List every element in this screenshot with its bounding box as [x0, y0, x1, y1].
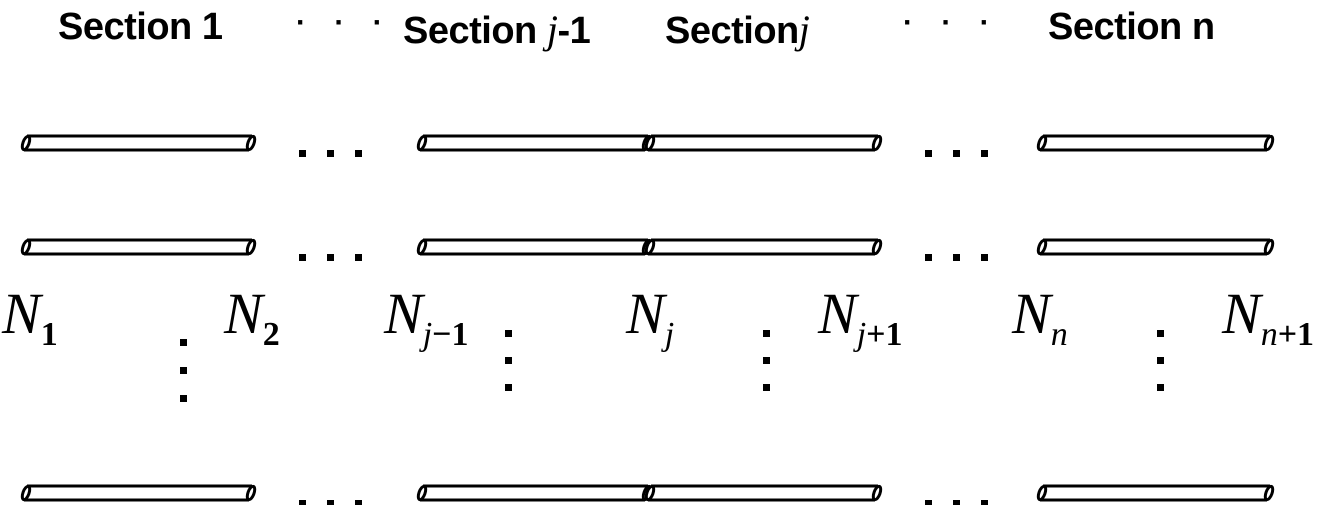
vertical-ellipsis-dot	[763, 384, 770, 391]
node-label-j-minus-1: Nj−1	[384, 281, 469, 353]
pipe-body	[24, 134, 252, 152]
pipe-end-right	[871, 238, 883, 256]
pipe-end-left	[20, 134, 32, 152]
pipe-body	[420, 134, 648, 152]
pipe-body	[1040, 484, 1270, 502]
pipes-layer	[20, 134, 1275, 505]
ellipsis-dot	[355, 150, 362, 157]
node-label-j: Nj	[626, 281, 675, 353]
pipe-end-left	[1036, 238, 1048, 256]
ellipsis-dot	[981, 500, 988, 505]
pipe-end-left	[416, 484, 428, 502]
ellipsis-dot	[299, 150, 306, 157]
ellipsis-dot	[355, 500, 362, 505]
pipe-end-right	[1263, 134, 1275, 152]
ellipsis-dot	[299, 254, 306, 261]
ellipsis-dot	[299, 500, 306, 505]
vertical-ellipsis-dot	[180, 339, 187, 346]
pipe-body	[1040, 134, 1270, 152]
vertical-ellipsis-dot	[763, 357, 770, 364]
pipe-body	[24, 484, 252, 502]
ellipsis-dot	[953, 254, 960, 261]
vertical-ellipsis-dot	[1157, 330, 1164, 337]
pipe-end-right	[1263, 238, 1275, 256]
pipe-end-left	[416, 134, 428, 152]
ellipsis-dot	[925, 150, 932, 157]
pipe-end-right	[1263, 484, 1275, 502]
pipe-body	[648, 238, 878, 256]
vertical-ellipsis-dot	[1157, 357, 1164, 364]
node-label-j-plus-1: Nj+1	[818, 281, 903, 353]
pipe-end-left	[1036, 484, 1048, 502]
pipe-end-right	[245, 238, 257, 256]
pipe-body	[24, 238, 252, 256]
ellipsis-dot	[925, 500, 932, 505]
ellipsis-dot	[327, 254, 334, 261]
pipe-end-left	[416, 238, 428, 256]
node-label-n: Nn	[1012, 281, 1068, 353]
vertical-ellipsis-dot	[763, 330, 770, 337]
ellipsis-dot	[981, 254, 988, 261]
vertical-ellipsis-dot	[505, 330, 512, 337]
vertical-ellipsis-dot	[1157, 384, 1164, 391]
pipe-end-right	[871, 484, 883, 502]
pipe-body	[648, 484, 878, 502]
ellipsis-dot	[953, 500, 960, 505]
ellipsis-dot	[981, 150, 988, 157]
ellipsis-dot	[953, 150, 960, 157]
node-label-n-plus-1: Nn+1	[1222, 281, 1315, 353]
ellipsis-dot	[327, 500, 334, 505]
pipe-body	[1040, 238, 1270, 256]
pipe-end-right	[245, 134, 257, 152]
pipe-body	[420, 484, 648, 502]
node-label-1: N1	[2, 281, 58, 353]
ellipsis-dot	[327, 150, 334, 157]
pipe-network-diagram: Section 1 · · · Section j-1 Sectionj · ·…	[0, 0, 1318, 505]
vertical-ellipsis-dot	[505, 357, 512, 364]
vertical-ellipsis-dot	[180, 367, 187, 374]
pipe-end-right	[871, 134, 883, 152]
ellipsis-dot	[355, 254, 362, 261]
ellipsis-dot	[925, 254, 932, 261]
pipe-end-left	[1036, 134, 1048, 152]
vertical-ellipsis-dot	[180, 395, 187, 402]
vertical-ellipsis-dot	[505, 384, 512, 391]
pipe-body	[420, 238, 648, 256]
node-label-2: N2	[224, 281, 280, 353]
pipe-end-right	[245, 484, 257, 502]
pipe-body	[648, 134, 878, 152]
pipe-end-left	[20, 484, 32, 502]
pipe-end-left	[20, 238, 32, 256]
